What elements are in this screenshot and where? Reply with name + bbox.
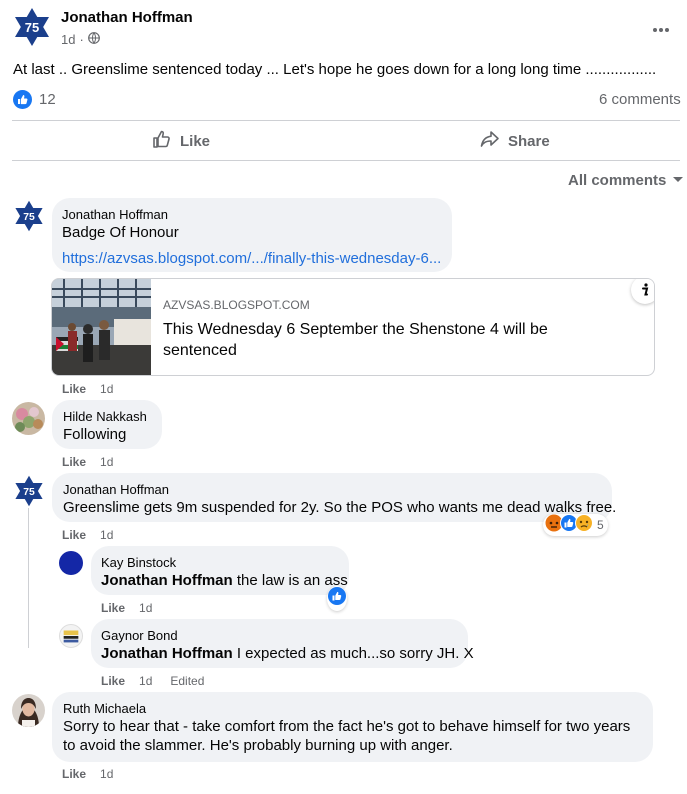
- reply-avatar[interactable]: [59, 624, 83, 648]
- share-button-label: Share: [508, 132, 550, 150]
- link-preview-image: [52, 279, 151, 375]
- post-time[interactable]: 1d: [61, 32, 75, 47]
- comment-author[interactable]: Jonathan Hoffman: [62, 207, 168, 222]
- link-preview-card[interactable]: AZVSAS.BLOGSPOT.COM This Wednesday 6 Sep…: [51, 278, 655, 376]
- like-button[interactable]: Like: [152, 128, 302, 154]
- reply-bubble: Gaynor Bond Jonathan Hoffman I expected …: [91, 619, 474, 668]
- reply-avatar[interactable]: [59, 551, 83, 575]
- comment-bubble: Hilde Nakkash Following: [52, 400, 162, 449]
- svg-text:75: 75: [23, 487, 35, 498]
- divider: [12, 160, 680, 161]
- comment-like-button[interactable]: Like: [62, 382, 86, 396]
- svg-text:75: 75: [23, 212, 35, 223]
- comment-text-line: Sorry to hear that - take comfort from t…: [63, 718, 631, 735]
- comments-count[interactable]: 6 comments: [599, 91, 681, 108]
- like-reaction-icon[interactable]: [13, 90, 32, 114]
- comment-avatar[interactable]: [12, 402, 45, 435]
- comment-like-button[interactable]: Like: [62, 767, 86, 781]
- reply-author[interactable]: Kay Binstock: [101, 555, 176, 570]
- comment-time[interactable]: 1d: [100, 528, 113, 542]
- thumbs-up-icon: [152, 129, 172, 154]
- share-icon: [480, 130, 500, 153]
- comment-bubble: Ruth Michaela Sorry to hear that - take …: [52, 692, 653, 762]
- comment-bubble: Jonathan Hoffman Badge Of Honour https:/…: [52, 198, 452, 272]
- comment-text: Following: [63, 426, 127, 443]
- comment-text: Greenslime gets 9m suspended for 2y. So …: [63, 499, 617, 516]
- post-author-avatar[interactable]: 75: [12, 7, 52, 47]
- reply-time[interactable]: 1d: [139, 601, 152, 615]
- sad-reaction-icon: [575, 513, 593, 537]
- more-options-icon[interactable]: [652, 20, 670, 38]
- reply-bubble: Kay Binstock Jonathan Hoffman the law is…: [91, 546, 349, 595]
- reply-like-button[interactable]: Like: [101, 674, 125, 688]
- comment-avatar[interactable]: 75: [13, 200, 45, 232]
- reply-mention[interactable]: Jonathan Hoffman: [101, 572, 233, 589]
- comment-text-line: to avoid the slammer. He's probably burn…: [63, 737, 453, 754]
- share-button[interactable]: Share: [480, 128, 630, 154]
- reply-like-button[interactable]: Like: [101, 601, 125, 615]
- post-author-name[interactable]: Jonathan Hoffman: [61, 9, 193, 26]
- comment-like-button[interactable]: Like: [62, 455, 86, 469]
- comments-filter-dropdown[interactable]: All comments: [568, 171, 684, 189]
- comment-time[interactable]: 1d: [100, 767, 113, 781]
- link-preview-title: This Wednesday 6 September the Shenstone…: [163, 321, 548, 359]
- reply-text: Jonathan Hoffman I expected as much...so…: [101, 645, 474, 662]
- comment-link[interactable]: https://azvsas.blogspot.com/.../finally-…: [62, 250, 441, 267]
- comment-reactions[interactable]: 5: [543, 513, 608, 537]
- reaction-count[interactable]: 12: [39, 91, 56, 108]
- comment-author[interactable]: Jonathan Hoffman: [63, 482, 169, 497]
- comment-avatar[interactable]: 75: [13, 475, 45, 507]
- comment-time[interactable]: 1d: [100, 455, 113, 469]
- reply-time[interactable]: 1d: [139, 674, 152, 688]
- edited-label: Edited: [170, 674, 205, 688]
- comment-text: Badge Of Honour: [62, 224, 179, 241]
- comment-like-button[interactable]: Like: [62, 528, 86, 542]
- divider: [12, 120, 680, 121]
- like-reaction-icon[interactable]: [327, 586, 347, 611]
- comment-reaction-count: 5: [597, 518, 604, 532]
- comment-author[interactable]: Hilde Nakkash: [63, 409, 147, 424]
- svg-text:75: 75: [25, 20, 39, 35]
- post-text: At last .. Greenslime sentenced today ..…: [13, 61, 657, 78]
- chevron-down-icon: [672, 171, 684, 189]
- globe-icon: [87, 32, 100, 47]
- comment-author[interactable]: Ruth Michaela: [63, 701, 146, 716]
- like-button-label: Like: [180, 132, 211, 150]
- comment-bubble: Jonathan Hoffman Greenslime gets 9m susp…: [52, 473, 616, 522]
- reply-text: Jonathan Hoffman the law is an ass: [101, 572, 348, 589]
- info-icon[interactable]: [631, 279, 654, 304]
- reply-mention[interactable]: Jonathan Hoffman: [101, 645, 233, 662]
- reply-thread-line: [28, 508, 29, 648]
- reply-author[interactable]: Gaynor Bond: [101, 628, 178, 643]
- link-preview-domain: AZVSAS.BLOGSPOT.COM: [163, 298, 310, 312]
- comments-filter-label: All comments: [568, 171, 667, 189]
- comment-avatar[interactable]: [12, 694, 45, 727]
- comment-time[interactable]: 1d: [100, 382, 113, 396]
